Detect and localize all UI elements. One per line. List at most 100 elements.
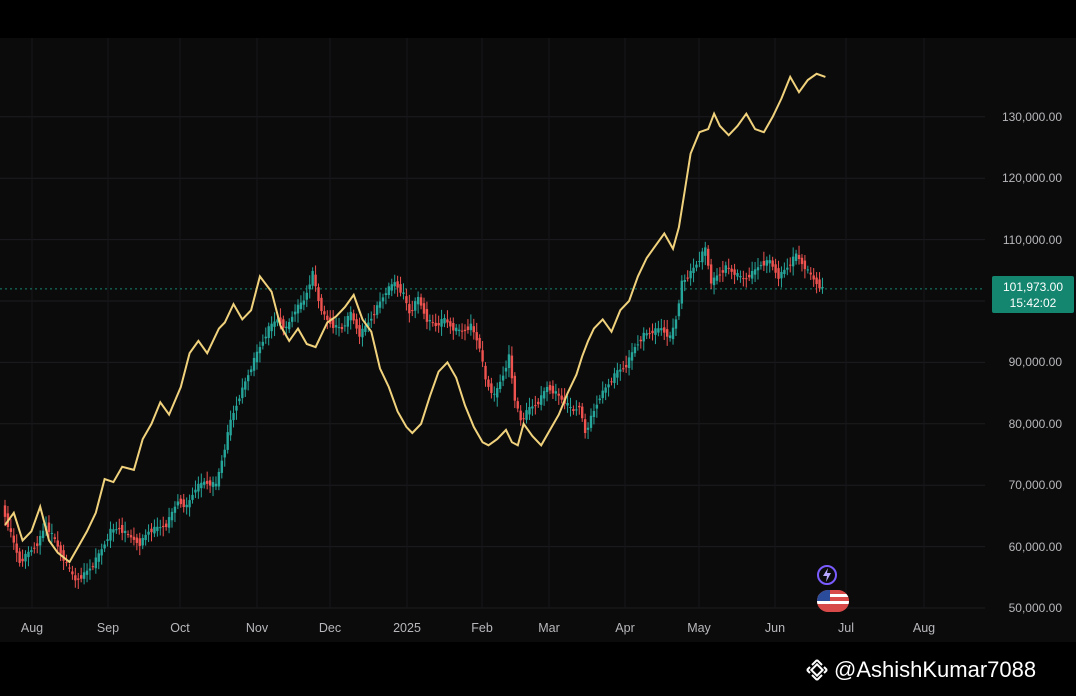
candle-down	[475, 332, 478, 341]
candle-up	[680, 280, 684, 304]
candle-up	[507, 354, 511, 369]
candle-down	[745, 278, 748, 280]
candle-up	[100, 549, 103, 556]
chart-frame[interactable]: 130,000.00 120,000.00 110,000.00 90,000.00 8…	[0, 38, 1076, 642]
candle-up	[657, 328, 660, 333]
candle-up	[674, 319, 678, 329]
candle-up	[167, 517, 171, 528]
candle-up	[261, 341, 265, 346]
candle-down	[622, 368, 625, 370]
candle-down	[733, 269, 736, 275]
candle-up	[375, 305, 379, 315]
candle-up	[504, 367, 508, 372]
candle-down	[815, 277, 818, 285]
x-tick-label: Mar	[538, 621, 560, 635]
candle-up	[123, 530, 127, 534]
candle-down	[624, 364, 628, 368]
candle-down	[396, 281, 399, 288]
candle-down	[484, 365, 487, 380]
candle-down	[809, 272, 812, 275]
candle-down	[572, 409, 575, 412]
candle-up	[642, 332, 645, 342]
candle-down	[3, 505, 7, 517]
candle-down	[557, 393, 560, 396]
candle-up	[24, 553, 27, 562]
candle-down	[129, 535, 133, 538]
candle-down	[651, 330, 654, 334]
candle-down	[639, 339, 643, 342]
candle-up	[191, 494, 194, 500]
candle-down	[686, 277, 689, 279]
candle-up	[364, 325, 367, 332]
candle-up	[246, 375, 250, 382]
candle-down	[425, 309, 429, 322]
candle-up	[288, 322, 291, 330]
candle-up	[241, 387, 244, 399]
candle-up	[619, 369, 622, 372]
candle-up	[264, 336, 267, 339]
candle-down	[91, 566, 95, 568]
candle-down	[352, 313, 355, 321]
x-tick-label: Feb	[471, 621, 493, 635]
candle-up	[601, 390, 604, 399]
y-tick-label: 130,000.00	[1001, 109, 1062, 124]
candle-up	[589, 415, 593, 428]
candle-up	[575, 409, 578, 411]
candle-down	[12, 535, 15, 543]
candle-up	[457, 329, 461, 331]
candle-down	[162, 525, 165, 528]
candle-up	[698, 260, 701, 262]
candle-up	[30, 550, 33, 553]
candle-down	[59, 545, 62, 554]
candle-up	[683, 279, 686, 282]
candle-down	[18, 551, 21, 563]
candle-up	[586, 427, 590, 430]
candle-up	[671, 327, 675, 340]
candle-down	[449, 321, 452, 327]
candle-down	[762, 260, 766, 266]
candle-down	[331, 319, 335, 328]
candle-up	[569, 407, 572, 409]
candle-down	[663, 327, 666, 333]
candle-up	[249, 369, 253, 373]
x-tick-label: May	[687, 621, 711, 635]
candle-up	[428, 320, 432, 322]
candle-up	[293, 311, 297, 315]
candle-up	[308, 284, 311, 290]
candle-up	[724, 265, 727, 273]
candle-down	[771, 260, 774, 267]
candle-up	[598, 398, 601, 401]
candle-down	[47, 522, 51, 533]
candle-down	[481, 350, 484, 362]
candle-down	[460, 330, 464, 332]
candle-up	[109, 528, 112, 541]
chart-plot[interactable]	[0, 38, 1076, 642]
candle-up	[750, 270, 754, 279]
candle-down	[548, 385, 552, 391]
candle-up	[469, 323, 473, 331]
x-tick-label: Dec	[318, 621, 342, 635]
x-tick-label: Sep	[96, 621, 120, 635]
candle-up	[592, 410, 596, 418]
candle-up	[302, 300, 306, 305]
candle-down	[208, 480, 212, 486]
candle-up	[531, 406, 534, 409]
candle-down	[490, 383, 493, 393]
candle-down	[422, 303, 426, 314]
candle-down	[56, 540, 59, 547]
current-price-badge: 101,973.00 15:42:02	[992, 275, 1074, 313]
candle-down	[411, 310, 414, 312]
candle-up	[156, 526, 159, 532]
candle-down	[522, 418, 525, 420]
candle-up	[806, 269, 810, 271]
candle-down	[317, 287, 320, 301]
candle-down	[431, 322, 434, 324]
candle-down	[15, 543, 18, 553]
candle-up	[200, 482, 203, 489]
lightning-icon[interactable]	[817, 565, 837, 585]
us-flag-icon[interactable]	[817, 590, 849, 612]
candle-down	[65, 562, 68, 564]
candle-down	[818, 279, 821, 289]
candle-up	[384, 293, 388, 295]
candle-up	[604, 387, 607, 393]
